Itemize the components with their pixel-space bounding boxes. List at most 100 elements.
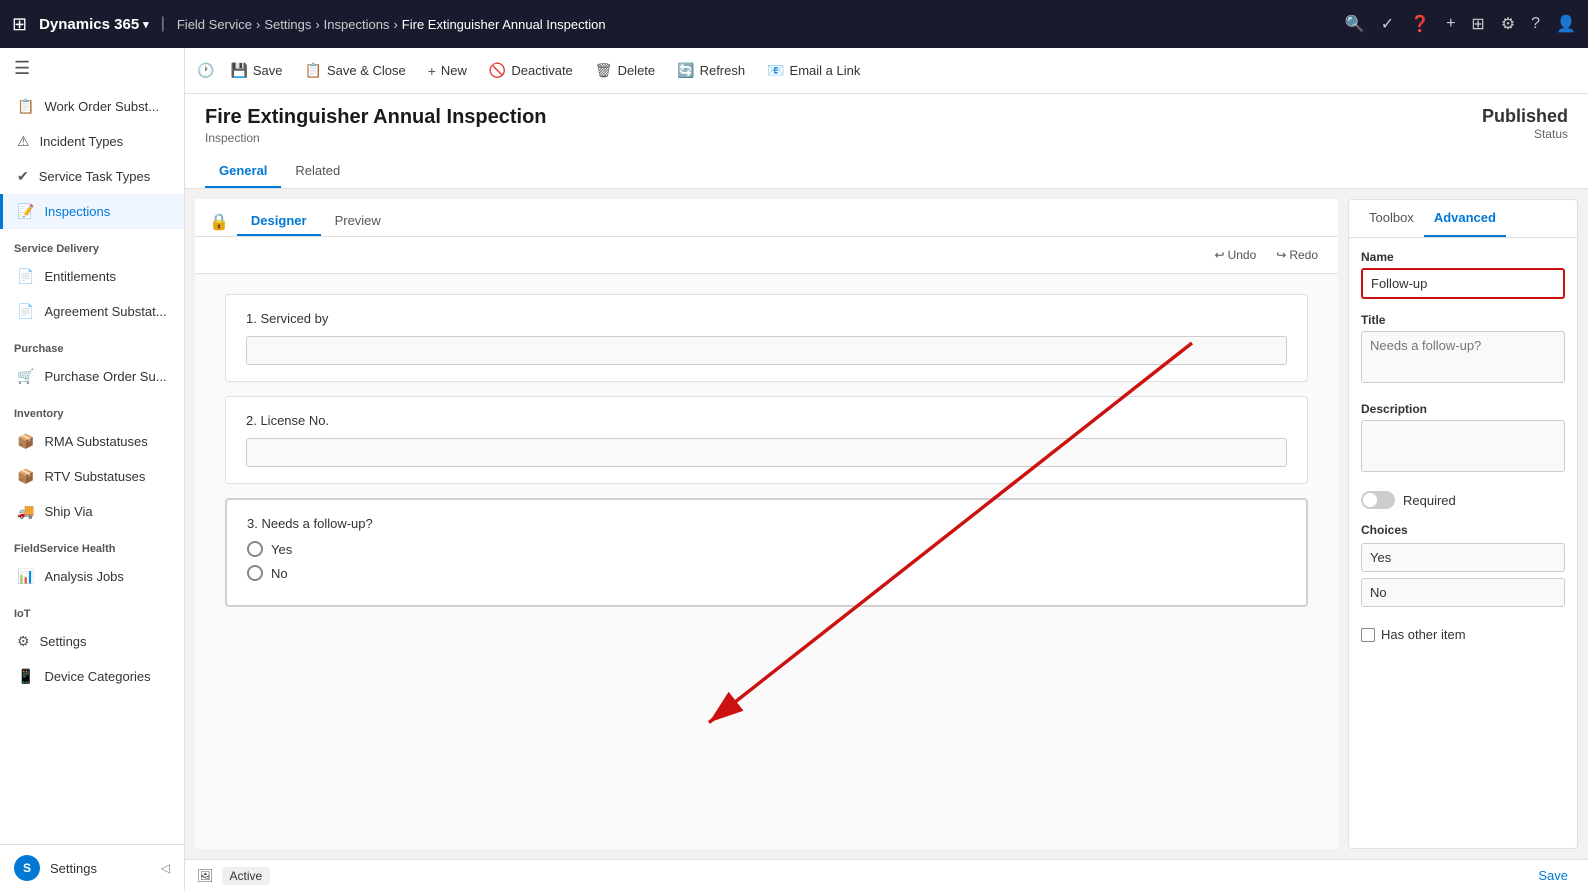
- apps-icon[interactable]: ⊞: [12, 14, 27, 35]
- deactivate-button[interactable]: 🚫 Deactivate: [479, 57, 583, 84]
- check-icon[interactable]: ✓: [1381, 14, 1394, 34]
- rp-name-label: Name: [1361, 250, 1565, 264]
- user-icon[interactable]: 👤: [1556, 14, 1576, 34]
- sidebar-item-label: Agreement Substat...: [44, 304, 166, 319]
- iot-settings-icon: ⚙: [17, 633, 30, 650]
- sidebar-settings-bottom[interactable]: S Settings ◁: [0, 845, 184, 891]
- save-button[interactable]: 💾 Save: [220, 57, 292, 84]
- q1-input[interactable]: [246, 336, 1287, 365]
- delete-icon: 🗑: [595, 62, 613, 79]
- status-value: Published: [1482, 106, 1568, 127]
- subtab-designer[interactable]: Designer: [237, 207, 321, 236]
- status-label: Status: [1482, 127, 1568, 141]
- sidebar-item-entitlements[interactable]: 📄 Entitlements: [0, 259, 184, 294]
- save-label: Save: [253, 63, 283, 78]
- sidebar-item-device-categories[interactable]: 📱 Device Categories: [0, 659, 184, 694]
- rma-icon: 📦: [17, 433, 34, 450]
- entitlements-icon: 📄: [17, 268, 34, 285]
- sidebar-item-incident-types[interactable]: ⚠ Incident Types: [0, 124, 184, 159]
- sidebar-item-service-task-types[interactable]: ✔ Service Task Types: [0, 159, 184, 194]
- save-close-button[interactable]: 📋 Save & Close: [295, 57, 416, 84]
- radio-yes[interactable]: [247, 541, 263, 557]
- form-title: Fire Extinguisher Annual Inspection: [205, 106, 547, 129]
- sidebar-item-ship-via[interactable]: 🚚 Ship Via: [0, 494, 184, 529]
- canvas-area[interactable]: 1. Serviced by 2. License No. 3. Needs a…: [195, 274, 1338, 849]
- nav-separator: |: [161, 15, 165, 33]
- rp-tab-toolbox[interactable]: Toolbox: [1359, 200, 1424, 237]
- redo-button[interactable]: ↪ Redo: [1270, 245, 1324, 265]
- has-other-checkbox[interactable]: [1361, 628, 1375, 642]
- brand-caret[interactable]: ▾: [143, 18, 149, 31]
- sidebar-item-label: Incident Types: [40, 134, 124, 149]
- radio-yes-label: Yes: [271, 542, 292, 557]
- question-icon[interactable]: ?: [1531, 15, 1540, 33]
- q3-label: 3. Needs a follow-up?: [247, 516, 1286, 531]
- q2-input[interactable]: [246, 438, 1287, 467]
- rp-tab-advanced[interactable]: Advanced: [1424, 200, 1506, 237]
- work-order-icon: 📋: [17, 98, 34, 115]
- filter-icon[interactable]: ⊞: [1471, 14, 1484, 34]
- radio-no[interactable]: [247, 565, 263, 581]
- sidebar-toggle[interactable]: ☰: [0, 48, 184, 89]
- tab-related[interactable]: Related: [281, 155, 354, 188]
- refresh-button[interactable]: 🔄 Refresh: [667, 57, 755, 84]
- sidebar-item-label: RTV Substatuses: [44, 469, 145, 484]
- sidebar-item-work-order-subst[interactable]: 📋 Work Order Subst...: [0, 89, 184, 124]
- breadcrumb-inspections[interactable]: Inspections: [324, 17, 390, 32]
- delete-button[interactable]: 🗑 Delete: [585, 57, 665, 84]
- question-2[interactable]: 2. License No.: [225, 396, 1308, 484]
- sidebar-item-purchase-order[interactable]: 🛒 Purchase Order Su...: [0, 359, 184, 394]
- save-close-label: Save & Close: [327, 63, 406, 78]
- subtab-preview[interactable]: Preview: [321, 207, 395, 236]
- rp-name-input[interactable]: [1361, 268, 1565, 299]
- question-1[interactable]: 1. Serviced by: [225, 294, 1308, 382]
- sidebar-item-rtv[interactable]: 📦 RTV Substatuses: [0, 459, 184, 494]
- new-button[interactable]: + New: [418, 58, 477, 84]
- section-fieldservice-health: FieldService Health: [0, 529, 184, 559]
- status-save-button[interactable]: Save: [1530, 865, 1576, 886]
- choice-yes-input[interactable]: [1361, 543, 1565, 572]
- form-tabs: General Related: [205, 155, 1568, 188]
- settings-icon[interactable]: ⚙: [1501, 14, 1515, 34]
- lock-icon: 🔒: [209, 212, 229, 232]
- undo-button[interactable]: ↩ Undo: [1209, 245, 1263, 265]
- help-icon[interactable]: ❓: [1410, 14, 1430, 34]
- tab-general[interactable]: General: [205, 155, 281, 188]
- radio-no-label: No: [271, 566, 288, 581]
- rp-choices-field: Choices: [1361, 523, 1565, 613]
- question-3[interactable]: 3. Needs a follow-up? Yes No: [225, 498, 1308, 607]
- brand[interactable]: Dynamics 365 ▾: [39, 16, 149, 33]
- add-icon[interactable]: +: [1446, 15, 1455, 33]
- sidebar-item-label: Analysis Jobs: [44, 569, 123, 584]
- sidebar-item-rma[interactable]: 📦 RMA Substatuses: [0, 424, 184, 459]
- save-icon: 💾: [230, 62, 247, 79]
- rp-title-input[interactable]: [1361, 331, 1565, 383]
- refresh-icon: 🔄: [677, 62, 694, 79]
- choice-no-input[interactable]: [1361, 578, 1565, 607]
- sidebar-item-label: Work Order Subst...: [44, 99, 159, 114]
- required-toggle[interactable]: [1361, 491, 1395, 509]
- search-icon[interactable]: 🔍: [1345, 14, 1365, 34]
- app-name[interactable]: Field Service: [177, 17, 252, 32]
- new-icon: +: [428, 63, 436, 79]
- rp-description-input[interactable]: [1361, 420, 1565, 472]
- designer-panel: 🔒 Designer Preview ↩ Undo ↪ Redo: [195, 199, 1338, 849]
- analysis-icon: 📊: [17, 568, 34, 585]
- q3-option-yes[interactable]: Yes: [247, 541, 1286, 557]
- undo-icon: ↩: [1215, 248, 1225, 262]
- sidebar-item-label: Purchase Order Su...: [44, 369, 166, 384]
- sidebar-item-inspections[interactable]: 📝 Inspections: [0, 194, 184, 229]
- rp-title-field: Title: [1361, 313, 1565, 388]
- sidebar-item-agreement-substat[interactable]: 📄 Agreement Substat...: [0, 294, 184, 329]
- status-bar-left: 🖼 Active: [197, 867, 270, 885]
- q1-label: 1. Serviced by: [246, 311, 1287, 326]
- email-link-button[interactable]: 📧 Email a Link: [757, 57, 870, 84]
- sidebar-collapse-icon[interactable]: ◁: [161, 861, 170, 875]
- sidebar-item-label: Settings: [40, 634, 87, 649]
- status-active-badge: Active: [222, 867, 271, 885]
- sidebar-item-iot-settings[interactable]: ⚙ Settings: [0, 624, 184, 659]
- undo-label: Undo: [1228, 248, 1257, 262]
- q3-option-no[interactable]: No: [247, 565, 1286, 581]
- breadcrumb-settings[interactable]: Settings: [264, 17, 311, 32]
- sidebar-item-analysis-jobs[interactable]: 📊 Analysis Jobs: [0, 559, 184, 594]
